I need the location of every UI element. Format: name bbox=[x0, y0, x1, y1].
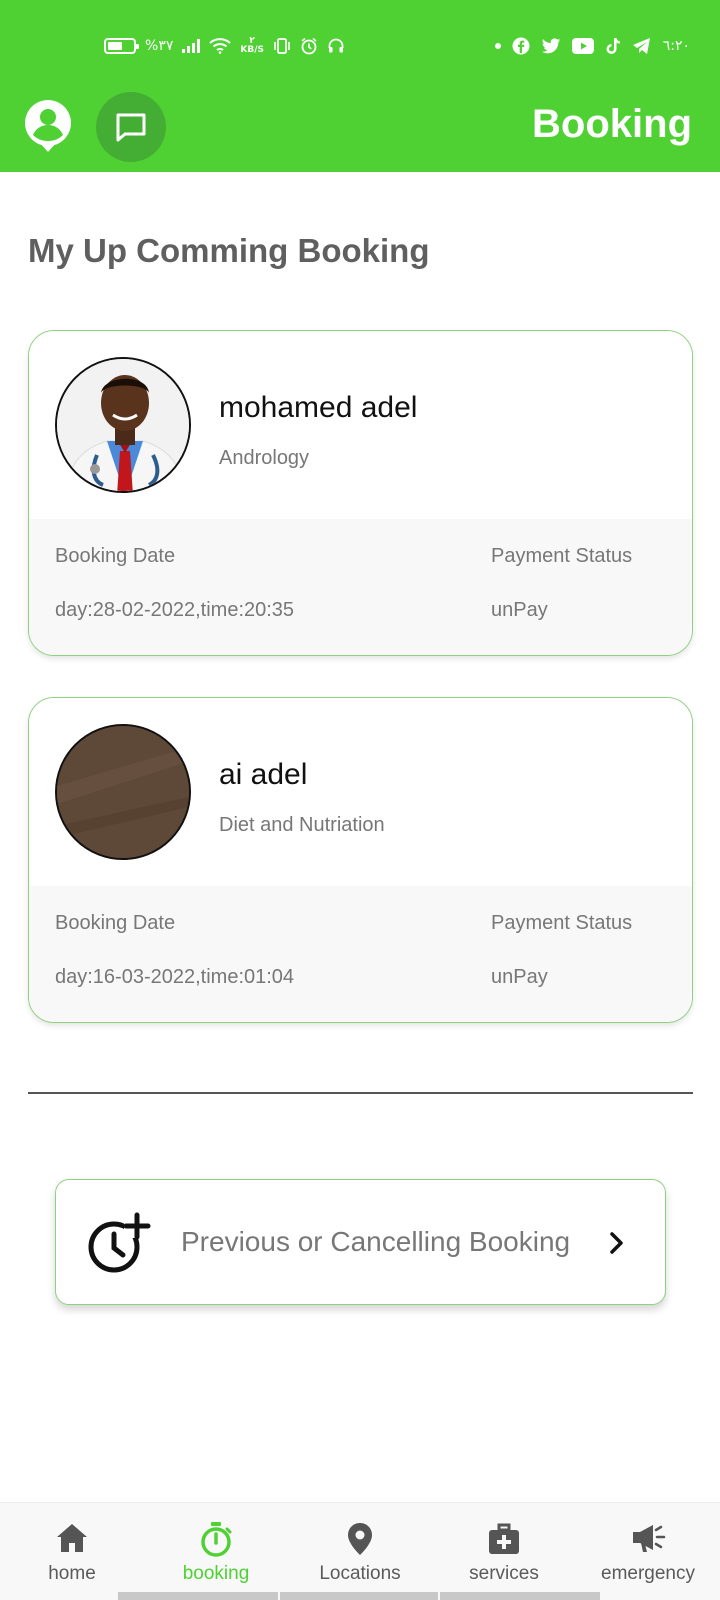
medical-bag-icon bbox=[489, 1523, 519, 1554]
telegram-icon bbox=[632, 38, 650, 54]
signal-icon bbox=[182, 39, 201, 53]
location-pin-icon bbox=[348, 1523, 372, 1555]
tiktok-icon bbox=[606, 38, 620, 54]
booking-date-value: day:28-02-2022,time:20:35 bbox=[55, 599, 295, 621]
chat-button[interactable] bbox=[96, 92, 166, 162]
payment-status-label: Payment Status bbox=[491, 545, 633, 567]
booking-card[interactable]: ai adel Diet and Nutriation Booking Date… bbox=[28, 697, 693, 1023]
nav-label: booking bbox=[182, 1563, 250, 1584]
payment-status-value: unPay bbox=[491, 599, 548, 621]
gesture-bar bbox=[118, 1592, 278, 1600]
status-bar: %٣٧ ٢ KB/S ٦:٢٠ bbox=[0, 0, 720, 88]
megaphone-icon bbox=[633, 1525, 666, 1552]
section-title: My Up Comming Booking bbox=[28, 232, 430, 269]
nav-item-emergency[interactable]: emergency bbox=[576, 1503, 720, 1593]
wifi-icon bbox=[209, 38, 232, 54]
booking-details: Booking Date day:28-02-2022,time:20:35 P… bbox=[29, 519, 692, 655]
nav-item-home[interactable]: home bbox=[0, 1503, 144, 1593]
battery-percent: %٣٧ bbox=[145, 38, 174, 54]
nav-item-locations[interactable]: Locations bbox=[288, 1503, 432, 1593]
status-left: %٣٧ ٢ KB/S bbox=[104, 34, 345, 58]
alarm-icon bbox=[301, 37, 317, 55]
booking-card-header: mohamed adel Andrology bbox=[29, 331, 692, 519]
divider bbox=[28, 1092, 693, 1094]
headset-icon bbox=[328, 38, 344, 53]
page-title: Booking bbox=[532, 102, 692, 146]
twitter-icon bbox=[541, 37, 560, 53]
bottom-navigation: home booking Locations services emergenc… bbox=[0, 1502, 720, 1600]
battery-icon bbox=[104, 38, 139, 54]
facebook-icon bbox=[512, 37, 530, 55]
clock: ٦:٢٠ bbox=[662, 38, 690, 54]
vibrate-icon bbox=[274, 38, 290, 54]
booking-date-label: Booking Date bbox=[55, 912, 176, 934]
nav-item-booking[interactable]: booking bbox=[144, 1503, 288, 1593]
chat-bubble-icon bbox=[116, 113, 146, 142]
nav-label: emergency bbox=[601, 1563, 695, 1584]
doctor-avatar bbox=[55, 357, 191, 493]
doctor-specialty: Diet and Nutriation bbox=[219, 814, 385, 836]
nav-label: home bbox=[48, 1563, 96, 1584]
user-profile-icon bbox=[25, 100, 71, 152]
app-bar: Booking bbox=[0, 88, 720, 172]
booking-details: Booking Date day:16-03-2022,time:01:04 P… bbox=[29, 886, 692, 1022]
payment-status-label: Payment Status bbox=[491, 912, 633, 934]
gesture-bar bbox=[280, 1592, 438, 1600]
nav-item-services[interactable]: services bbox=[432, 1503, 576, 1593]
status-right: ٦:٢٠ bbox=[494, 34, 690, 58]
profile-button[interactable] bbox=[22, 98, 74, 154]
doctor-avatar bbox=[55, 724, 191, 860]
booking-card[interactable]: mohamed adel Andrology Booking Date day:… bbox=[28, 330, 693, 656]
doctor-name: mohamed adel bbox=[219, 391, 418, 424]
clock-plus-icon bbox=[88, 1212, 151, 1273]
previous-bookings-button[interactable]: Previous or Cancelling Booking bbox=[55, 1179, 666, 1305]
home-icon bbox=[57, 1524, 87, 1552]
nav-label: Locations bbox=[319, 1563, 401, 1584]
payment-status-value: unPay bbox=[491, 966, 548, 988]
notification-dot bbox=[494, 43, 501, 49]
network-speed: ٢ KB/S bbox=[240, 36, 264, 55]
chevron-right-icon bbox=[610, 1232, 623, 1254]
booking-date-value: day:16-03-2022,time:01:04 bbox=[55, 966, 295, 988]
previous-bookings-label: Previous or Cancelling Booking bbox=[181, 1226, 571, 1257]
booking-date-label: Booking Date bbox=[55, 545, 176, 567]
stopwatch-icon bbox=[201, 1522, 232, 1557]
booking-card-header: ai adel Diet and Nutriation bbox=[29, 698, 692, 886]
doctor-name: ai adel bbox=[219, 758, 308, 791]
nav-label: services bbox=[469, 1563, 539, 1584]
doctor-specialty: Andrology bbox=[219, 447, 310, 469]
youtube-icon bbox=[571, 38, 594, 54]
gesture-bar bbox=[440, 1592, 600, 1600]
